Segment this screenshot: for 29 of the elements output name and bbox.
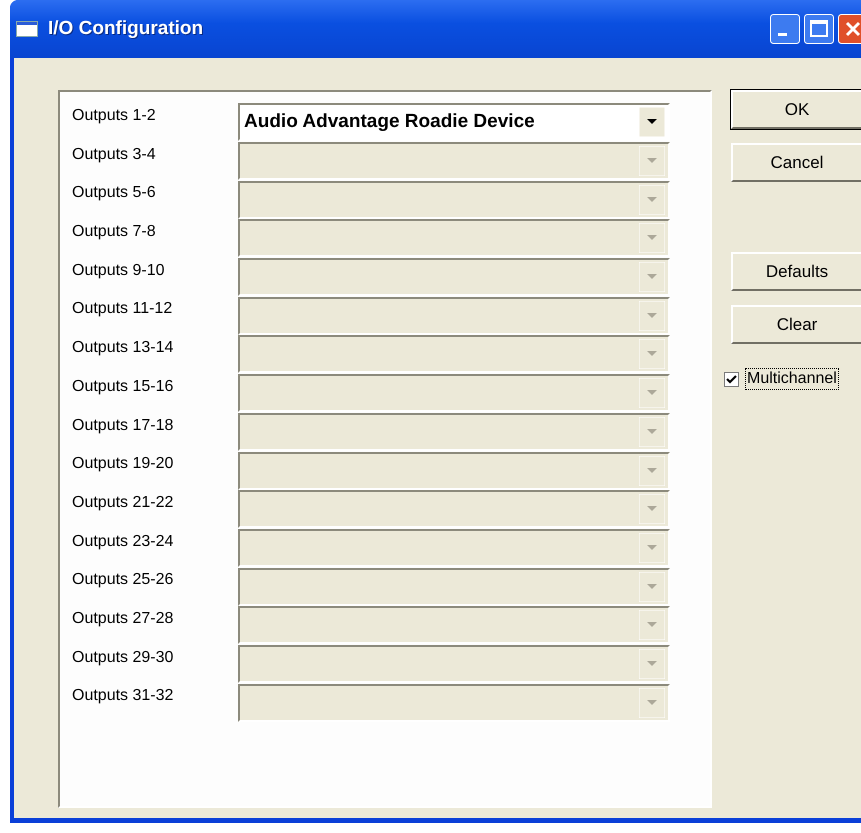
output-label: Outputs 27-28 — [72, 608, 174, 628]
maximize-icon[interactable] — [804, 14, 834, 44]
output-label: Outputs 1-2 — [72, 106, 157, 125]
output-label: Outputs 3-4 — [72, 144, 157, 164]
window-icon — [16, 21, 38, 37]
close-icon[interactable] — [838, 14, 861, 44]
minimize-icon[interactable] — [770, 14, 800, 44]
output-label: Outputs 5-6 — [72, 183, 157, 202]
dialog-button[interactable]: Clear — [731, 305, 861, 344]
dropdown-arrow-icon[interactable] — [639, 107, 665, 138]
dialog-button[interactable]: Cancel — [731, 143, 861, 182]
output-label: Outputs 19-20 — [72, 454, 174, 474]
dialog-button[interactable]: OK — [731, 90, 861, 129]
output-label: Outputs 21-22 — [72, 492, 174, 512]
output-label: Outputs 15-16 — [72, 376, 174, 396]
output-label: Outputs 25-26 — [72, 570, 174, 590]
dialog-button[interactable]: Defaults — [731, 252, 861, 291]
window-title: I/O Configuration — [48, 18, 204, 40]
checkbox-label[interactable]: Multichannel — [745, 368, 839, 390]
device-dropdown[interactable]: Audio Advantage Roadie Device — [238, 103, 670, 142]
output-label: Outputs 13-14 — [72, 338, 174, 358]
output-label: Outputs 29-30 — [72, 648, 174, 667]
output-label: Outputs 7-8 — [72, 222, 157, 242]
output-label: Outputs 23-24 — [72, 532, 174, 551]
multichannel-checkbox[interactable] — [724, 372, 739, 386]
output-label: Outputs 9-10 — [72, 260, 166, 280]
output-label: Outputs 31-32 — [72, 686, 174, 706]
output-label: Outputs 17-18 — [72, 416, 174, 434]
output-label: Outputs 11-12 — [72, 299, 174, 318]
